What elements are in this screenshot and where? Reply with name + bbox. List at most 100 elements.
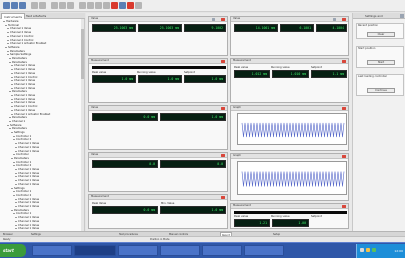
tree-node[interactable]: Controller 2 bbox=[12, 164, 31, 167]
run-icon[interactable] bbox=[103, 2, 110, 9]
tree-scrollbar[interactable] bbox=[81, 19, 84, 231]
close-icon[interactable] bbox=[342, 204, 346, 208]
zoom-in-icon[interactable] bbox=[67, 2, 74, 9]
tree-node[interactable]: Parameters bbox=[9, 90, 27, 93]
tree-node[interactable]: Channel 1 bbox=[8, 120, 25, 123]
panel-title: Value bbox=[89, 106, 227, 111]
tree-node[interactable]: Hardware bbox=[3, 20, 19, 23]
network-icon[interactable] bbox=[360, 248, 364, 252]
save-icon[interactable] bbox=[19, 2, 26, 9]
readout-display: 1.012 mm bbox=[234, 70, 270, 78]
panel-value-1: Value 25.1003 mm 25.1003 mm 9.1002 bbox=[88, 16, 228, 56]
close-icon[interactable] bbox=[221, 59, 225, 63]
close-icon[interactable] bbox=[342, 106, 346, 110]
tree-node[interactable]: Sample Settings bbox=[6, 53, 31, 56]
section-last-loading-controller: Last loading controller Continue bbox=[356, 74, 404, 96]
security-icon[interactable] bbox=[372, 248, 376, 252]
close-icon[interactable] bbox=[221, 106, 225, 110]
taskbar-item[interactable] bbox=[244, 245, 284, 256]
tree-node[interactable]: Channel 1 Value bbox=[10, 109, 35, 112]
tree-node[interactable]: Channel 1 Value bbox=[14, 146, 39, 149]
tree-node[interactable]: Channel 1 Value bbox=[14, 142, 39, 145]
tree-node[interactable]: Software bbox=[4, 46, 19, 49]
pause-icon[interactable] bbox=[127, 2, 134, 9]
undo-icon[interactable] bbox=[31, 2, 38, 9]
grid-icon[interactable] bbox=[95, 2, 102, 9]
panel-title: Value bbox=[89, 153, 227, 158]
pointer-icon[interactable] bbox=[87, 2, 94, 9]
tree-node[interactable]: Parameters bbox=[9, 57, 27, 60]
panel-measurement-3: Measurement Peak Value Min. Value 0.0 mm… bbox=[88, 194, 228, 229]
close-icon[interactable] bbox=[221, 153, 225, 157]
tree-node[interactable]: Channel 1 Value bbox=[14, 216, 39, 219]
taskbar-item[interactable] bbox=[118, 245, 158, 256]
tree-node[interactable]: Channel 1 Value bbox=[10, 68, 35, 71]
new-icon[interactable] bbox=[3, 2, 10, 9]
tree-node[interactable]: Channel 1 Value bbox=[14, 201, 39, 204]
section-recent-position: Recent position Clear bbox=[356, 23, 404, 39]
tree-node[interactable]: Channel 1 Value bbox=[10, 72, 35, 75]
volume-icon[interactable] bbox=[366, 248, 370, 252]
tree-scroll-thumb[interactable] bbox=[81, 29, 84, 79]
tree-node[interactable]: Channel 1 Value bbox=[10, 83, 35, 86]
panel-title: Value bbox=[89, 17, 227, 22]
paste-icon[interactable] bbox=[59, 2, 66, 9]
graph-plot-area-2[interactable] bbox=[237, 161, 347, 195]
tree-node[interactable]: Parameters bbox=[9, 127, 27, 130]
start-button[interactable]: start bbox=[0, 244, 26, 257]
tree-node[interactable]: Channel 1 Control bbox=[10, 105, 37, 108]
zoom-out-icon[interactable] bbox=[79, 2, 86, 9]
taskbar-item[interactable] bbox=[32, 245, 72, 256]
tree-node[interactable]: Controller 1 bbox=[12, 190, 31, 193]
close-icon[interactable] bbox=[342, 17, 346, 21]
open-icon[interactable] bbox=[11, 2, 18, 9]
tree-node[interactable]: Controller bbox=[13, 153, 29, 156]
tree-node[interactable]: Channel 1 Control bbox=[6, 35, 33, 38]
tree-node[interactable]: Parameters bbox=[9, 116, 27, 119]
tree-node[interactable]: Channel 1 Value bbox=[10, 101, 35, 104]
side-panel-header: Settings and bbox=[353, 13, 405, 19]
pin-icon[interactable] bbox=[400, 14, 404, 18]
tree-node[interactable]: Channel 1 Actuator Enabled bbox=[6, 42, 46, 45]
tree-node[interactable]: Channel 2 Value bbox=[6, 31, 31, 34]
tree-node[interactable]: Channel 1 Value bbox=[14, 179, 39, 182]
tree-node[interactable]: Controller 2 bbox=[12, 194, 31, 197]
tree-node[interactable]: Controller 1 bbox=[12, 212, 31, 215]
tree-node[interactable]: Controller 2 bbox=[12, 138, 31, 141]
tree-node[interactable]: Channel 1 Value bbox=[14, 205, 39, 208]
tree-node[interactable]: Settings bbox=[11, 131, 25, 134]
copy-icon[interactable] bbox=[51, 2, 58, 9]
taskbar-item[interactable] bbox=[202, 245, 242, 256]
tree-node[interactable]: Channel 1 Value bbox=[10, 64, 35, 67]
tree-node[interactable]: Channel 1 Value bbox=[14, 220, 39, 223]
stop-icon[interactable] bbox=[111, 2, 118, 9]
tab-test-artefacts[interactable]: Test artefacts bbox=[24, 13, 48, 19]
close-icon[interactable] bbox=[221, 17, 225, 21]
graph-plot-area-1[interactable] bbox=[237, 113, 347, 145]
tab-instruments[interactable]: Instruments bbox=[1, 13, 26, 19]
close-icon[interactable] bbox=[221, 195, 225, 199]
close-icon[interactable] bbox=[342, 59, 346, 63]
tree-node[interactable]: Channel 1 Value bbox=[10, 79, 35, 82]
tree-node[interactable]: Channel 1 Value bbox=[10, 94, 35, 97]
continue-button[interactable]: Continue bbox=[367, 88, 395, 93]
taskbar-item[interactable] bbox=[160, 245, 200, 256]
clear-button[interactable]: Clear bbox=[367, 32, 395, 37]
tree-node[interactable]: Channel 1 Value bbox=[14, 175, 39, 178]
cut-icon[interactable] bbox=[39, 2, 46, 9]
wizard-icon[interactable] bbox=[135, 2, 142, 9]
close-icon[interactable] bbox=[342, 154, 346, 158]
settings-icon[interactable] bbox=[333, 18, 336, 21]
settings-icon[interactable] bbox=[212, 18, 215, 21]
tree-node[interactable]: Channel 1 Value bbox=[14, 183, 39, 186]
start-button[interactable]: Start bbox=[367, 60, 395, 65]
panel-title: Measurement bbox=[231, 204, 348, 209]
tree-node[interactable]: Parameters bbox=[11, 157, 29, 160]
taskbar-item[interactable] bbox=[74, 245, 116, 256]
record-icon[interactable] bbox=[119, 2, 126, 9]
tree-node[interactable]: Channel 1 Value bbox=[6, 27, 31, 30]
tree-node[interactable]: Channel 1 Value bbox=[14, 168, 39, 171]
readout-display: 0.0 mm bbox=[92, 206, 158, 214]
tree-node[interactable]: Channel 1 Value bbox=[14, 227, 39, 230]
section-start-position: Start position Start bbox=[356, 46, 404, 68]
